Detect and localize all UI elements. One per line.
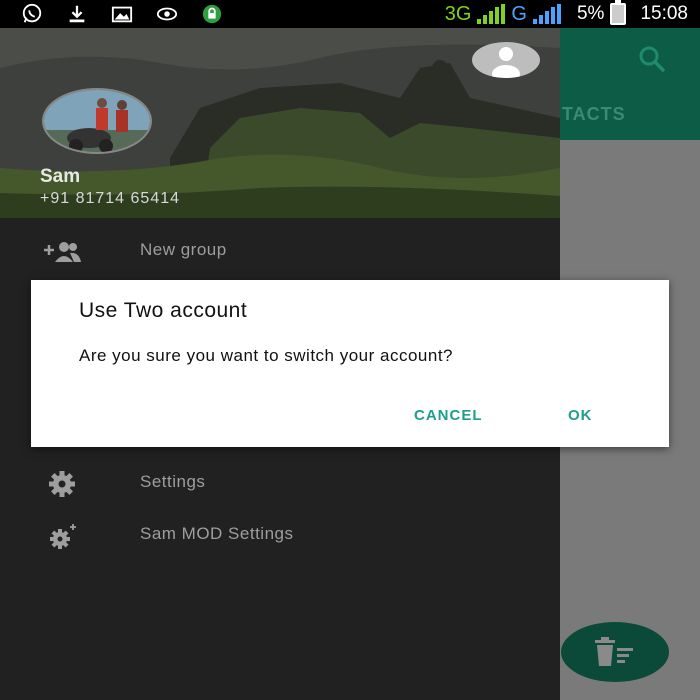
eye-icon <box>156 7 178 21</box>
network-type-1: 3G <box>444 2 472 25</box>
dialog-title: Use Two account <box>79 299 248 322</box>
download-icon <box>69 5 85 23</box>
network-type-2: G <box>511 2 527 25</box>
whatsapp-icon <box>22 3 42 23</box>
battery-icon <box>610 0 627 25</box>
battery-percent: 5% <box>576 3 605 24</box>
dialog-message: Are you sure you want to switch your acc… <box>79 346 454 365</box>
switch-account-dialog: Use Two account Are you sure you want to… <box>31 280 669 447</box>
signal-strength-2-icon <box>532 4 561 24</box>
signal-strength-1-icon <box>477 4 506 24</box>
status-bar: 3G G 5% 15:08 <box>0 0 700 28</box>
clock: 15:08 <box>640 3 688 24</box>
lock-icon <box>202 4 222 24</box>
image-icon <box>111 6 133 23</box>
system-status: 3G G 5% 15:08 <box>445 0 688 28</box>
notification-icons <box>20 3 224 25</box>
ok-button[interactable]: OK <box>568 407 593 424</box>
cancel-button[interactable]: CANCEL <box>414 407 483 424</box>
